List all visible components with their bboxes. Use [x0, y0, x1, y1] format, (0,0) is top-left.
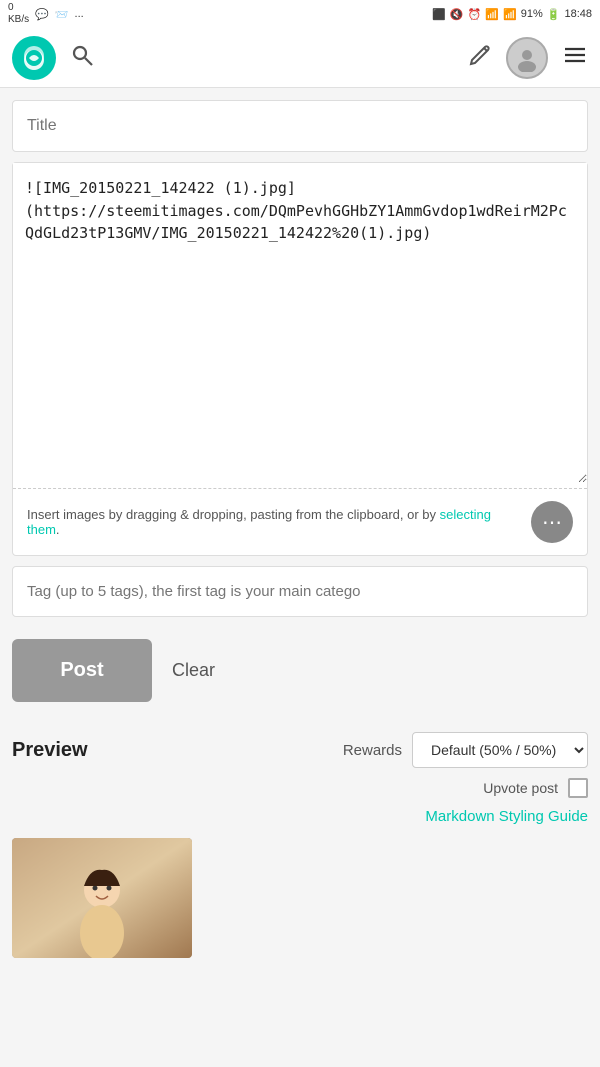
preview-img-placeholder [12, 838, 192, 958]
status-left: 0KB/s 💬 📨 ... [8, 2, 84, 26]
rewards-select[interactable]: Default (50% / 50%) Power Up 100% Declin… [412, 732, 588, 768]
signal-icon: 📶 [503, 8, 517, 21]
preview-section: Preview Rewards Default (50% / 50%) Powe… [12, 732, 588, 958]
whatsapp-icon: 💬 [35, 8, 49, 21]
steemit-logo[interactable] [12, 36, 56, 80]
upvote-checkbox[interactable] [568, 778, 588, 798]
edit-icon[interactable] [468, 43, 492, 73]
image-insert-bar: Insert images by dragging & dropping, pa… [13, 488, 587, 555]
preview-title: Preview [12, 739, 88, 762]
mute-icon: 🔇 [450, 8, 464, 21]
rewards-label: Rewards [343, 742, 402, 759]
navbar-right [468, 37, 588, 79]
title-input[interactable] [12, 100, 588, 152]
navbar-left [12, 36, 94, 80]
image-insert-text: Insert images by dragging & dropping, pa… [27, 507, 521, 537]
battery-icon: 🔋 [547, 8, 561, 21]
preview-header: Preview Rewards Default (50% / 50%) Powe… [12, 732, 588, 768]
body-textarea[interactable]: ![IMG_20150221_142422 (1).jpg](https://s… [13, 163, 587, 483]
tag-input[interactable] [12, 566, 588, 617]
clear-button[interactable]: Clear [172, 650, 215, 691]
network-speed: 0KB/s [8, 2, 29, 26]
status-bar: 0KB/s 💬 📨 ... ⬛ 🔇 ⏰ 📶 📶 91% 🔋 18:48 [0, 0, 600, 28]
body-area: ![IMG_20150221_142422 (1).jpg](https://s… [12, 162, 588, 556]
navbar [0, 28, 600, 88]
upvote-post-label: Upvote post [483, 780, 558, 796]
status-dots: ... [75, 8, 84, 20]
post-button[interactable]: Post [12, 639, 152, 702]
battery-percent: 91% [521, 8, 543, 20]
menu-icon[interactable] [562, 42, 588, 74]
profile-avatar[interactable] [506, 37, 548, 79]
search-icon[interactable] [70, 43, 94, 73]
main-content: ![IMG_20150221_142422 (1).jpg](https://s… [0, 88, 600, 970]
wifi-icon: 📶 [485, 8, 499, 21]
rewards-group: Rewards Default (50% / 50%) Power Up 100… [343, 732, 588, 768]
markdown-row: Markdown Styling Guide [12, 808, 588, 826]
clock: 18:48 [564, 8, 592, 20]
screencast-icon: ⬛ [432, 8, 446, 21]
preview-image [12, 838, 192, 958]
alarm-icon: ⏰ [468, 8, 482, 21]
markdown-styling-guide-link[interactable]: Markdown Styling Guide [425, 808, 588, 825]
buttons-row: Post Clear [12, 633, 588, 708]
more-options-button[interactable]: ⋯ [531, 501, 573, 543]
status-right: ⬛ 🔇 ⏰ 📶 📶 91% 🔋 18:48 [432, 8, 592, 21]
options-row: Upvote post [12, 778, 588, 798]
telegram-icon: 📨 [55, 8, 69, 21]
